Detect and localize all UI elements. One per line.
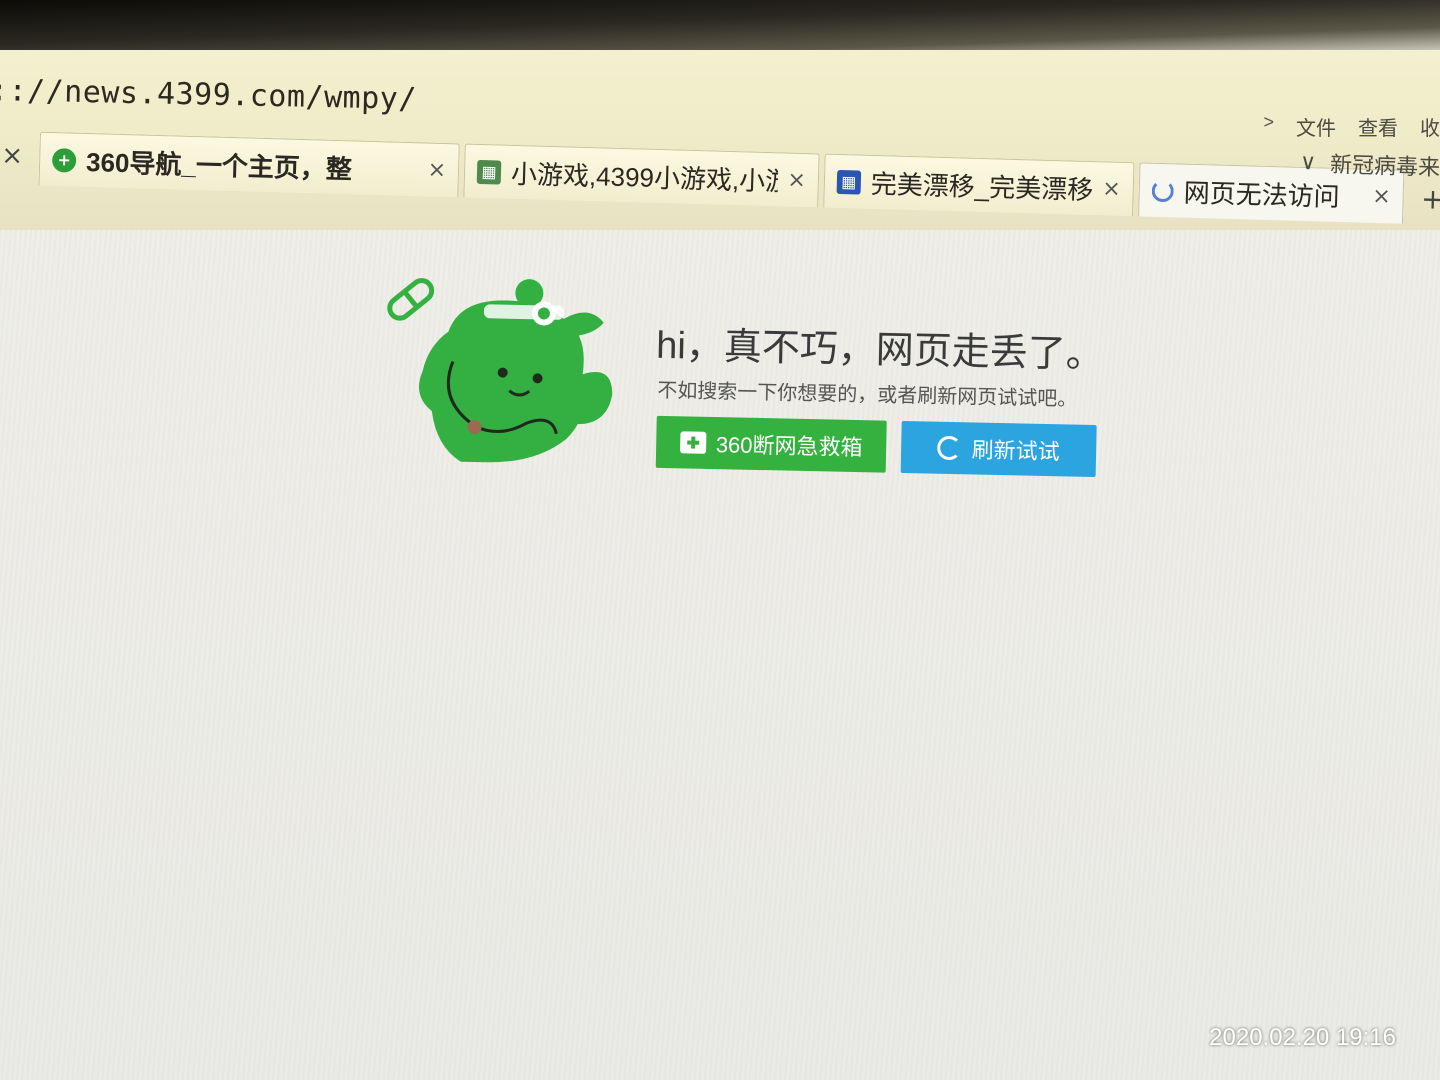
error-title: hi，真不巧，网页走丢了。: [655, 324, 1105, 377]
first-aid-kit-icon: [679, 431, 707, 454]
browser-menu: > 文件 查看 收: [1263, 112, 1440, 141]
tab-360-nav[interactable]: + 360导航_一个主页，整 ×: [38, 131, 460, 198]
4399-icon: ▦: [476, 159, 502, 185]
tab-close-icon[interactable]: ×: [1, 141, 24, 172]
browser-chrome: :://news.4399.com/wmpy/ > 文件 查看 收 × + 36…: [0, 50, 1440, 231]
network-rescue-button[interactable]: 360断网急救箱: [655, 415, 887, 473]
address-bar[interactable]: :://news.4399.com/wmpy/: [0, 60, 1270, 120]
error-subtitle: 不如搜索一下你想要的，或者刷新网页试试吧。: [657, 379, 1078, 411]
tab-4399-games[interactable]: ▦ 小游戏,4399小游戏,小游 ×: [463, 143, 820, 208]
doctor-mascot-icon: [387, 278, 613, 463]
tab-label: 小游戏,4399小游戏,小游: [510, 158, 778, 197]
rescue-button-label: 360断网急救箱: [715, 432, 863, 461]
tab-label: 完美漂移_完美漂移小游: [870, 168, 1093, 207]
error-panel: hi，真不巧，网页走丢了。 不如搜索一下你想要的，或者刷新网页试试吧。 360断…: [375, 260, 1140, 516]
toolbar-extra: ∨ 新冠病毒来: [1299, 146, 1440, 182]
menu-chevron-icon[interactable]: >: [1263, 112, 1274, 141]
tab-bar: × + 360导航_一个主页，整 × ▦ 小游戏,4399小游戏,小游 × ▦ …: [0, 130, 1440, 241]
tab-perfect-drift[interactable]: ▦ 完美漂移_完美漂移小游 ×: [823, 153, 1135, 217]
menu-favorites[interactable]: 收: [1420, 112, 1440, 141]
photo-timestamp: 2020.02.20 19:16: [1209, 1024, 1396, 1051]
tab-label: 360导航_一个主页，整: [85, 146, 353, 185]
page-content: hi，真不巧，网页走丢了。 不如搜索一下你想要的，或者刷新网页试试吧。 360断…: [0, 230, 1440, 1080]
monitor-photo: :://news.4399.com/wmpy/ > 文件 查看 收 × + 36…: [0, 0, 1440, 1080]
address-url[interactable]: :://news.4399.com/wmpy/: [0, 73, 417, 117]
4399-blue-icon: ▦: [836, 169, 862, 195]
close-icon[interactable]: ×: [427, 158, 446, 184]
close-icon[interactable]: ×: [787, 168, 806, 194]
loading-icon: [1151, 179, 1175, 202]
new-tab-button[interactable]: +: [1421, 182, 1440, 216]
refresh-button[interactable]: 刷新试试: [900, 420, 1097, 478]
close-icon[interactable]: ×: [1102, 176, 1121, 202]
dropdown-icon[interactable]: ∨: [1300, 149, 1317, 175]
close-icon[interactable]: ×: [1372, 184, 1391, 210]
refresh-button-label: 刷新试试: [971, 437, 1060, 465]
menu-view[interactable]: 查看: [1358, 112, 1398, 141]
menu-file[interactable]: 文件: [1296, 112, 1336, 141]
refresh-icon: [937, 435, 962, 461]
news-link[interactable]: 新冠病毒来: [1330, 147, 1440, 182]
360-icon: +: [51, 147, 77, 173]
